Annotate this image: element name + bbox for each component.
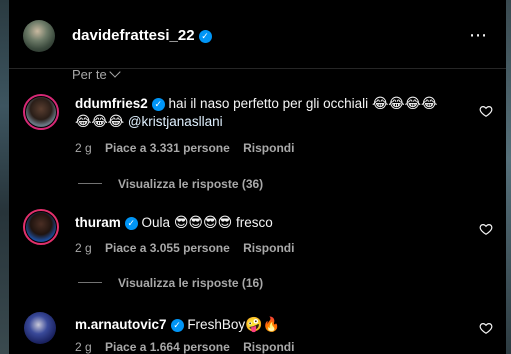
comment-emojis: 😂😂😂 (75, 114, 125, 130)
comments-panel: davidefrattesi_22 ✓ ⋯ Per te ddumfries2 ✓ … (9, 0, 506, 354)
avatar[interactable] (23, 20, 55, 52)
view-replies-button[interactable]: Visualizza le risposte (16) (78, 276, 263, 290)
post-author[interactable]: davidefrattesi_22 ✓ (72, 27, 212, 44)
comment-text: fresco (235, 215, 273, 230)
comment-meta: 2 g Piace a 1.664 persone Rispondi (75, 340, 304, 354)
background-edge-right (506, 0, 511, 354)
mention-link[interactable]: @kristjanasllani (128, 114, 223, 129)
chevron-down-icon (109, 66, 121, 78)
replies-divider (78, 183, 102, 184)
post-header: davidefrattesi_22 ✓ ⋯ (9, 0, 506, 69)
comment-meta: 2 g Piace a 3.331 persone Rispondi (75, 141, 304, 155)
comment-text: Oula (141, 215, 171, 230)
comment-time: 2 g (75, 340, 92, 354)
comment-meta: 2 g Piace a 3.055 persone Rispondi (75, 241, 304, 255)
view-replies-label: Visualizza le risposte (16) (118, 276, 264, 290)
comment-likes[interactable]: Piace a 3.331 persone (105, 141, 230, 155)
avatar-story-ring[interactable] (23, 209, 59, 245)
reply-button[interactable]: Rispondi (243, 241, 294, 255)
comment-body: m.arnautovic7 ✓ FreshBoy🤪🔥 (75, 316, 470, 334)
comment-body: ddumfries2 ✓ hai il naso perfetto per gli… (75, 95, 470, 131)
comment-username[interactable]: m.arnautovic7 (75, 317, 167, 332)
background-edge-left (0, 0, 9, 354)
comment-text: hai il naso perfetto per gli occhiali (168, 96, 369, 111)
comment-sort-dropdown[interactable]: Per te (72, 66, 121, 82)
heart-icon[interactable] (479, 321, 493, 335)
reply-button[interactable]: Rispondi (243, 340, 294, 354)
comment-emojis: 🤪🔥 (245, 317, 280, 333)
verified-badge-icon: ✓ (124, 217, 138, 230)
more-options-icon[interactable]: ⋯ (469, 26, 488, 44)
comment-body: thuram ✓ Oula 😎😎😎😎 fresco (75, 214, 470, 232)
verified-badge-icon: ✓ (151, 98, 165, 111)
comment-likes[interactable]: Piace a 1.664 persone (105, 340, 230, 354)
comment-text: FreshBoy (187, 317, 246, 332)
view-replies-button[interactable]: Visualizza le risposte (36) (78, 177, 263, 191)
comment-likes[interactable]: Piace a 3.055 persone (105, 241, 230, 255)
comment-emojis: 😎😎😎😎 (173, 215, 233, 231)
heart-icon[interactable] (479, 104, 493, 118)
avatar (26, 97, 56, 127)
post-author-username[interactable]: davidefrattesi_22 (72, 27, 195, 44)
verified-badge-icon: ✓ (198, 30, 212, 43)
comment-time: 2 g (75, 141, 92, 155)
comment-username[interactable]: thuram (75, 215, 121, 230)
avatar[interactable] (24, 312, 56, 344)
heart-icon[interactable] (479, 222, 493, 236)
comment-sort-label: Per te (72, 67, 107, 82)
avatar (26, 212, 56, 242)
comment-username[interactable]: ddumfries2 (75, 96, 148, 111)
comment-emojis: 😂😂😂😂 (371, 96, 438, 112)
replies-divider (78, 282, 102, 283)
verified-badge-icon: ✓ (170, 319, 184, 332)
view-replies-label: Visualizza le risposte (36) (118, 177, 264, 191)
reply-button[interactable]: Rispondi (243, 141, 294, 155)
comment-time: 2 g (75, 241, 92, 255)
avatar-story-ring[interactable] (23, 94, 59, 130)
